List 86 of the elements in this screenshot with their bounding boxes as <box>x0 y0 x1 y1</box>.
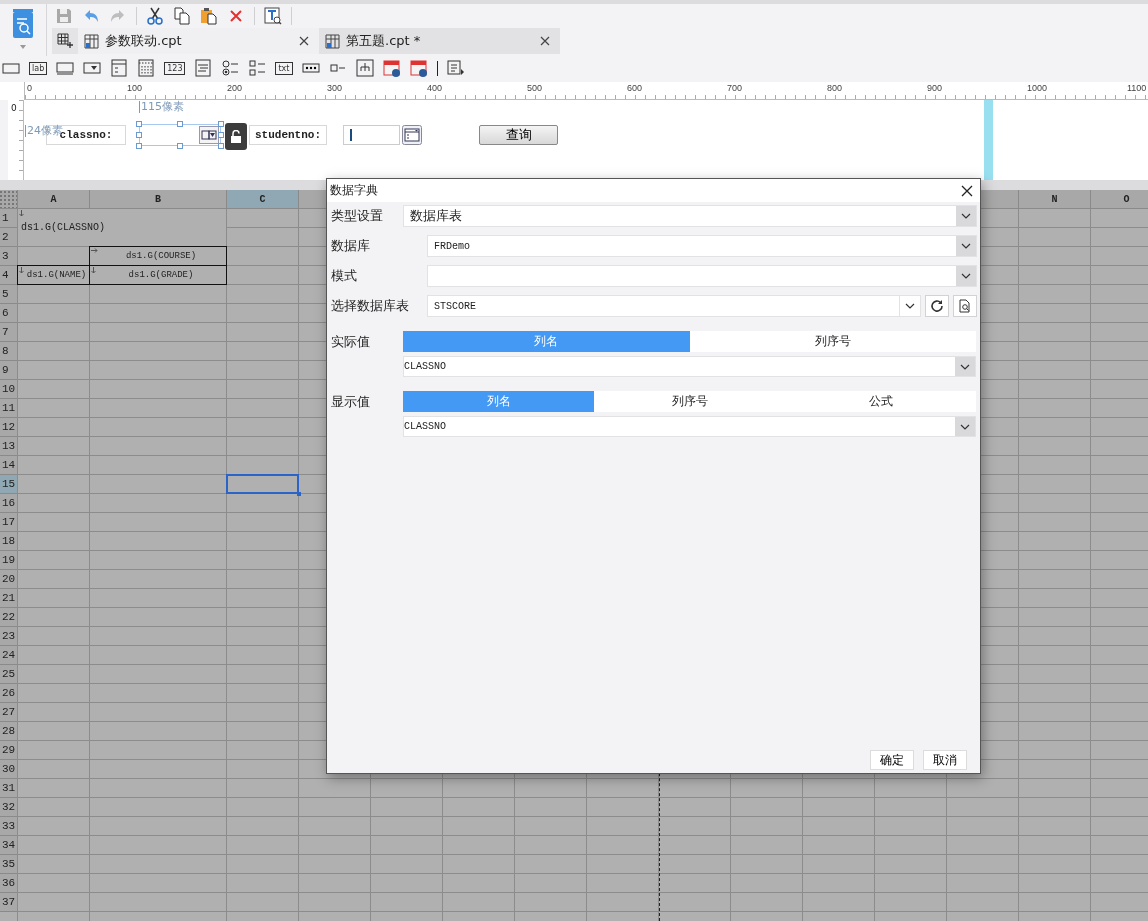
column-header[interactable]: O <box>1091 190 1148 209</box>
cancel-button[interactable]: 取消 <box>923 750 967 770</box>
ruler-label: 200 <box>227 83 243 93</box>
column-header[interactable]: C <box>227 190 299 209</box>
table-cell[interactable]: ds1.G(GRADE) <box>89 265 227 285</box>
cell-text: ds1.G(CLASSNO) <box>21 222 105 233</box>
dialog-title: 数据字典 <box>330 182 378 199</box>
field-label: 实际值 <box>330 333 371 351</box>
row-header[interactable]: 3 <box>0 247 18 266</box>
form-label[interactable]: studentno: <box>249 125 327 145</box>
text-widget-icon[interactable]: txt <box>275 61 293 75</box>
field-label: 模式 <box>330 267 358 285</box>
ruler-label: 500 <box>527 83 543 93</box>
row-header[interactable]: 32 <box>0 798 18 817</box>
width-hint: 115像素 <box>139 101 184 113</box>
row-header[interactable]: 37 <box>0 893 18 912</box>
tab-label: 参数联动.cpt <box>105 32 183 50</box>
number-widget-icon[interactable]: 123 <box>164 61 186 75</box>
row-header[interactable]: 35 <box>0 855 18 874</box>
table-cell[interactable]: ds1.G(CLASSNO) <box>18 209 227 247</box>
row-header[interactable]: 11 <box>0 399 18 418</box>
dropdown-field[interactable]: CLASSNO <box>403 416 976 437</box>
ruler-label: 800 <box>827 83 843 93</box>
row-header[interactable]: 21 <box>0 589 18 608</box>
row-header[interactable]: 34 <box>0 836 18 855</box>
row-header[interactable]: 8 <box>0 342 18 361</box>
row-header[interactable]: 22 <box>0 608 18 627</box>
row-header[interactable]: 13 <box>0 437 18 456</box>
row-header[interactable]: 16 <box>0 494 18 513</box>
ruler-label: 700 <box>727 83 743 93</box>
row-header[interactable]: 20 <box>0 570 18 589</box>
row-header[interactable]: 33 <box>0 817 18 836</box>
row-header[interactable]: 4 <box>0 266 18 285</box>
row-header[interactable]: 12 <box>0 418 18 437</box>
row-header[interactable]: 29 <box>0 741 18 760</box>
row-header[interactable]: 26 <box>0 684 18 703</box>
row-header[interactable]: 18 <box>0 532 18 551</box>
row-header[interactable]: 30 <box>0 760 18 779</box>
cell-text: ds1.G(GRADE) <box>128 270 194 280</box>
row-header[interactable]: 19 <box>0 551 18 570</box>
column-header[interactable]: N <box>1019 190 1091 209</box>
ruler-label: 600 <box>627 83 643 93</box>
table-cell[interactable]: ds1.G(NAME) <box>17 265 90 285</box>
confirm-button[interactable]: 确定 <box>870 750 914 770</box>
row-header[interactable]: 28 <box>0 722 18 741</box>
row-header[interactable]: 31 <box>0 779 18 798</box>
ruler-label: 900 <box>927 83 943 93</box>
ruler-label: 300 <box>327 83 343 93</box>
field-label: 数据库 <box>330 237 371 255</box>
row-header[interactable]: 36 <box>0 874 18 893</box>
field-label: 类型设置 <box>330 207 384 225</box>
field-label: 选择数据库表 <box>330 297 410 315</box>
row-header[interactable]: 2 <box>0 228 18 247</box>
row-header[interactable]: 6 <box>0 304 18 323</box>
dropdown-field[interactable]: STSCORE <box>427 295 921 317</box>
row-header[interactable]: 5 <box>0 285 18 304</box>
column-header[interactable]: B <box>90 190 227 209</box>
file-tab[interactable]: 第五题.cpt * <box>319 28 560 54</box>
tab-label: 第五题.cpt * <box>346 32 422 50</box>
row-header[interactable]: 23 <box>0 627 18 646</box>
dropdown-field[interactable]: FRDemo <box>427 235 977 257</box>
ruler-label: 0 <box>27 83 32 93</box>
field-label: 显示值 <box>330 393 371 411</box>
ruler-label: 1000 <box>1027 83 1048 93</box>
row-header[interactable]: 25 <box>0 665 18 684</box>
cell-text: ds1.G(COURSE) <box>125 251 197 261</box>
row-header[interactable]: 10 <box>0 380 18 399</box>
cell-text: ds1.G(NAME) <box>26 270 87 280</box>
label-widget-icon[interactable]: lab <box>29 61 48 75</box>
row-header[interactable]: 9 <box>0 361 18 380</box>
dropdown-field[interactable]: 数据库表 <box>403 205 977 227</box>
row-header[interactable]: 24 <box>0 646 18 665</box>
ruler-label: 0 <box>11 103 17 113</box>
row-header[interactable]: 17 <box>0 513 18 532</box>
ruler-label: 400 <box>427 83 443 93</box>
ruler-label: 100 <box>127 83 143 93</box>
column-header[interactable]: A <box>18 190 90 209</box>
ruler-label: 1100 <box>1127 83 1147 93</box>
row-header[interactable]: 7 <box>0 323 18 342</box>
row-header[interactable]: 1 <box>0 209 18 228</box>
row-header[interactable]: 14 <box>0 456 18 475</box>
row-header[interactable]: 15 <box>0 475 18 494</box>
dropdown-field[interactable]: CLASSNO <box>403 356 976 377</box>
row-header[interactable]: 27 <box>0 703 18 722</box>
query-button[interactable]: 查询 <box>479 125 558 145</box>
table-cell[interactable]: ds1.G(COURSE) <box>89 246 227 266</box>
